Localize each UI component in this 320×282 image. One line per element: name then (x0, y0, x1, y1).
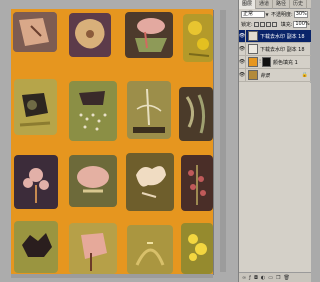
eye-icon[interactable]: 👁 (239, 42, 246, 56)
lock-transparency-icon[interactable] (253, 22, 259, 27)
art-tile (14, 79, 57, 135)
blend-row: 正常 ▼ 不透明度: 30% (239, 10, 311, 19)
layer-item[interactable]: 👁 ⁝ 颜色填充 1 (239, 55, 311, 69)
layer-name: 下载去水印 副本 18 (260, 33, 305, 40)
panel-bottom-toolbar: ∞ ƒ ◘ ◐ ▭ ❐ 🗑 (239, 272, 311, 282)
art-tile (125, 12, 173, 58)
new-layer-icon[interactable]: ❐ (276, 275, 280, 281)
layer-mask-thumbnail (262, 57, 271, 67)
layer-item[interactable]: 👁 下载去水印 副本 18 (239, 29, 311, 43)
fx-icon[interactable]: ƒ (249, 275, 251, 281)
lock-icon: 🔒 (301, 72, 308, 78)
chevron-down-icon[interactable]: ▼ (265, 11, 269, 18)
art-tile (69, 223, 117, 274)
lock-position-icon[interactable] (265, 22, 271, 27)
layer-name: 下载去水印 副本 18 (260, 46, 305, 53)
eye-icon[interactable]: 👁 (239, 55, 246, 69)
lock-pixels-icon[interactable] (259, 22, 265, 27)
art-tile (179, 87, 213, 141)
mask-icon[interactable]: ◘ (254, 275, 258, 281)
art-tile (126, 153, 174, 211)
canvas-area[interactable] (0, 0, 238, 282)
lock-label: 锁定: (241, 22, 253, 28)
art-tile (14, 221, 58, 273)
layer-name: 背景 (260, 72, 271, 79)
tab-history[interactable]: 历史 (290, 0, 308, 9)
folder-icon[interactable]: ▭ (268, 275, 273, 281)
art-tile (69, 13, 111, 57)
art-tile (127, 81, 171, 139)
art-tile (181, 223, 213, 274)
adjustment-icon[interactable]: ◐ (261, 275, 265, 281)
art-tile (14, 155, 58, 209)
layers-empty-area (239, 83, 311, 272)
link-icon[interactable]: ∞ (242, 275, 246, 281)
layer-thumbnail (248, 44, 258, 54)
trash-icon[interactable]: 🗑 (284, 275, 290, 281)
art-tile (181, 155, 213, 211)
artwork-image[interactable] (11, 9, 213, 274)
tab-paths[interactable]: 路径 (273, 0, 291, 9)
layer-thumbnail (248, 70, 258, 80)
tab-channels[interactable]: 通道 (256, 0, 274, 9)
horizontal-scrollbar[interactable] (11, 274, 213, 278)
layers-panel: 图层 通道 路径 历史 正常 ▼ 不透明度: 30% 锁定: 填充: 100% … (238, 0, 311, 282)
art-tile (183, 14, 213, 62)
layer-name: 颜色填充 1 (273, 59, 298, 66)
fill-field[interactable]: 100% (293, 21, 310, 28)
vertical-scrollbar[interactable] (220, 10, 226, 272)
opacity-field[interactable]: 30% (293, 11, 308, 18)
art-tile (13, 12, 57, 52)
tab-layers[interactable]: 图层 (239, 0, 257, 9)
fill-label: 填充: (280, 22, 293, 28)
art-tile (69, 81, 117, 141)
layer-thumbnail (248, 57, 258, 67)
lock-all-icon[interactable] (271, 22, 277, 27)
blend-mode-select[interactable]: 正常 (241, 11, 265, 18)
layer-thumbnail (248, 31, 258, 41)
art-tile (69, 155, 117, 207)
opacity-label: 不透明度: (271, 12, 293, 18)
eye-icon[interactable]: 👁 (239, 29, 246, 43)
eye-icon[interactable]: 👁 (239, 68, 246, 82)
art-tile (127, 225, 173, 274)
layer-item[interactable]: 👁 背景 🔒 (239, 68, 311, 82)
lock-row: 锁定: 填充: 100% (239, 20, 311, 29)
panel-tabs: 图层 通道 路径 历史 (239, 0, 311, 9)
layer-item[interactable]: 👁 下载去水印 副本 18 (239, 42, 311, 56)
